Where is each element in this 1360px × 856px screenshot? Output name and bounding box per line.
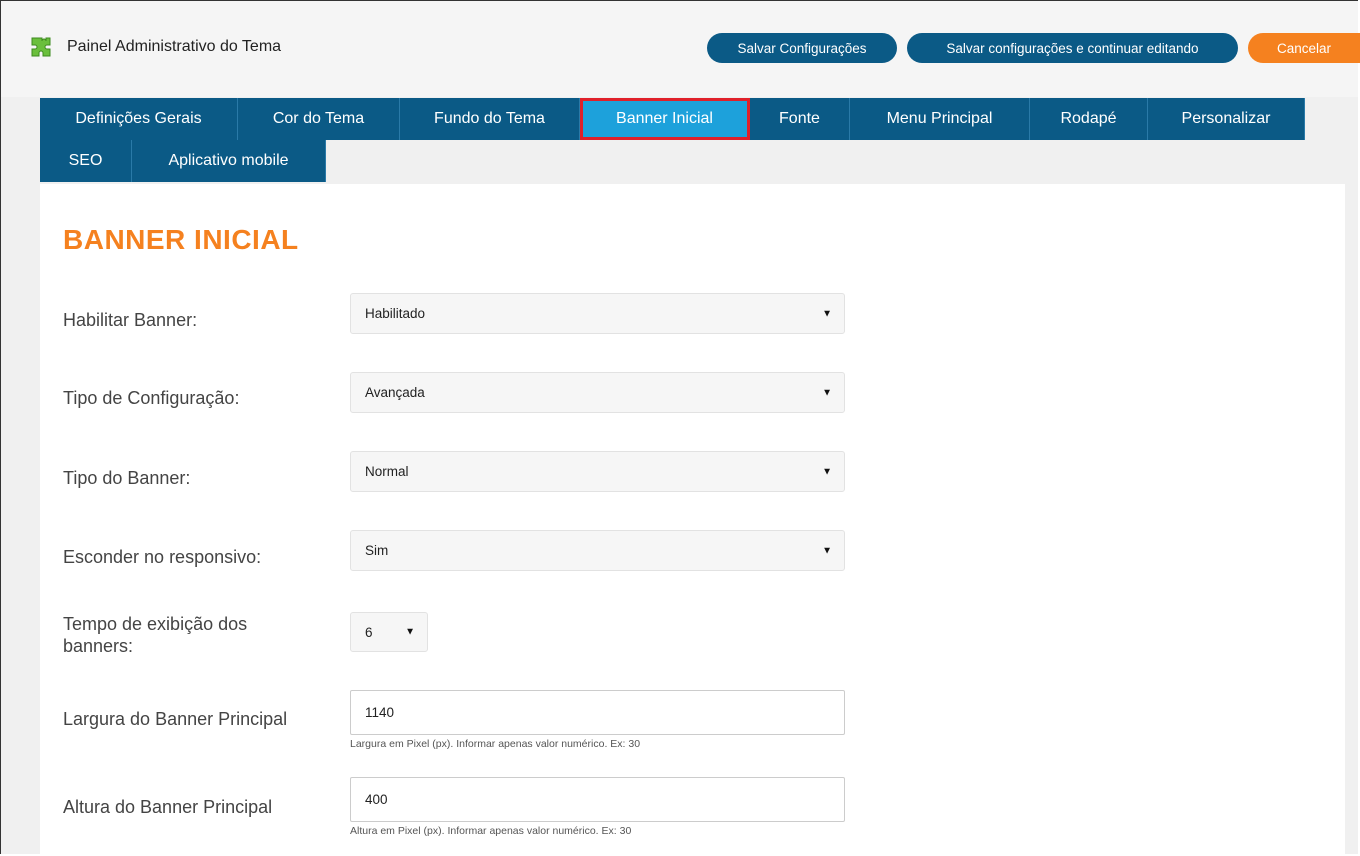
habilitar-banner-label: Habilitar Banner:: [63, 310, 198, 330]
largura-banner-label: Largura do Banner Principal: [63, 709, 288, 729]
cancel-button[interactable]: Cancelar: [1248, 33, 1360, 63]
tempo-exibicao-select[interactable]: 6 ▼: [350, 612, 428, 652]
caret-down-icon: ▼: [822, 308, 832, 319]
tipo-banner-select[interactable]: Normal ▼: [350, 451, 845, 492]
altura-banner-input[interactable]: 400: [350, 777, 845, 822]
section-title: BANNER INICIAL: [63, 224, 299, 255]
esconder-responsivo-select[interactable]: Sim ▼: [350, 530, 845, 571]
esconder-responsivo-value: Sim: [365, 543, 389, 558]
tipo-banner-value: Normal: [365, 464, 409, 479]
tab-menu-principal[interactable]: Menu Principal: [850, 98, 1030, 140]
tab-rodape[interactable]: Rodapé: [1030, 98, 1148, 140]
tipo-banner-label: Tipo do Banner:: [63, 468, 191, 488]
tempo-exibicao-value: 6: [365, 624, 373, 640]
save-button[interactable]: Salvar Configurações: [707, 33, 897, 63]
tab-fonte[interactable]: Fonte: [750, 98, 850, 140]
tab-cor-do-tema[interactable]: Cor do Tema: [238, 98, 400, 140]
puzzle-icon: [31, 37, 51, 57]
tempo-exibicao-label-line2: banners:: [63, 636, 134, 656]
habilitar-banner-select[interactable]: Habilitado ▼: [350, 293, 845, 334]
tab-definicoes-gerais[interactable]: Definições Gerais: [40, 98, 238, 140]
tab-aplicativo-mobile[interactable]: Aplicativo mobile: [132, 140, 326, 182]
habilitar-banner-value: Habilitado: [365, 306, 426, 321]
tipo-configuracao-value: Avançada: [365, 385, 425, 400]
tab-seo[interactable]: SEO: [40, 140, 132, 182]
altura-banner-label: Altura do Banner Principal: [63, 797, 273, 817]
altura-banner-value: 400: [365, 792, 388, 807]
tab-fundo-do-tema[interactable]: Fundo do Tema: [400, 98, 580, 140]
altura-banner-hint: Altura em Pixel (px). Informar apenas va…: [350, 825, 632, 837]
tipo-configuracao-select[interactable]: Avançada ▼: [350, 372, 845, 413]
largura-banner-value: 1140: [365, 705, 395, 720]
tipo-configuracao-label: Tipo de Configuração:: [63, 388, 240, 408]
largura-banner-input[interactable]: 1140: [350, 690, 845, 735]
caret-down-icon: ▼: [405, 626, 415, 638]
caret-down-icon: ▼: [822, 545, 832, 556]
esconder-responsivo-label: Esconder no responsivo:: [63, 547, 262, 567]
tempo-exibicao-label-line1: Tempo de exibição dos: [63, 614, 248, 634]
tab-personalizar[interactable]: Personalizar: [1148, 98, 1305, 140]
save-continue-button[interactable]: Salvar configurações e continuar editand…: [907, 33, 1238, 63]
tab-banner-inicial[interactable]: Banner Inicial: [580, 98, 750, 140]
caret-down-icon: ▼: [822, 466, 832, 477]
caret-down-icon: ▼: [822, 387, 832, 398]
app-title: Painel Administrativo do Tema: [67, 38, 282, 55]
content-panel: [40, 184, 1345, 856]
largura-banner-hint: Largura em Pixel (px). Informar apenas v…: [350, 738, 641, 750]
